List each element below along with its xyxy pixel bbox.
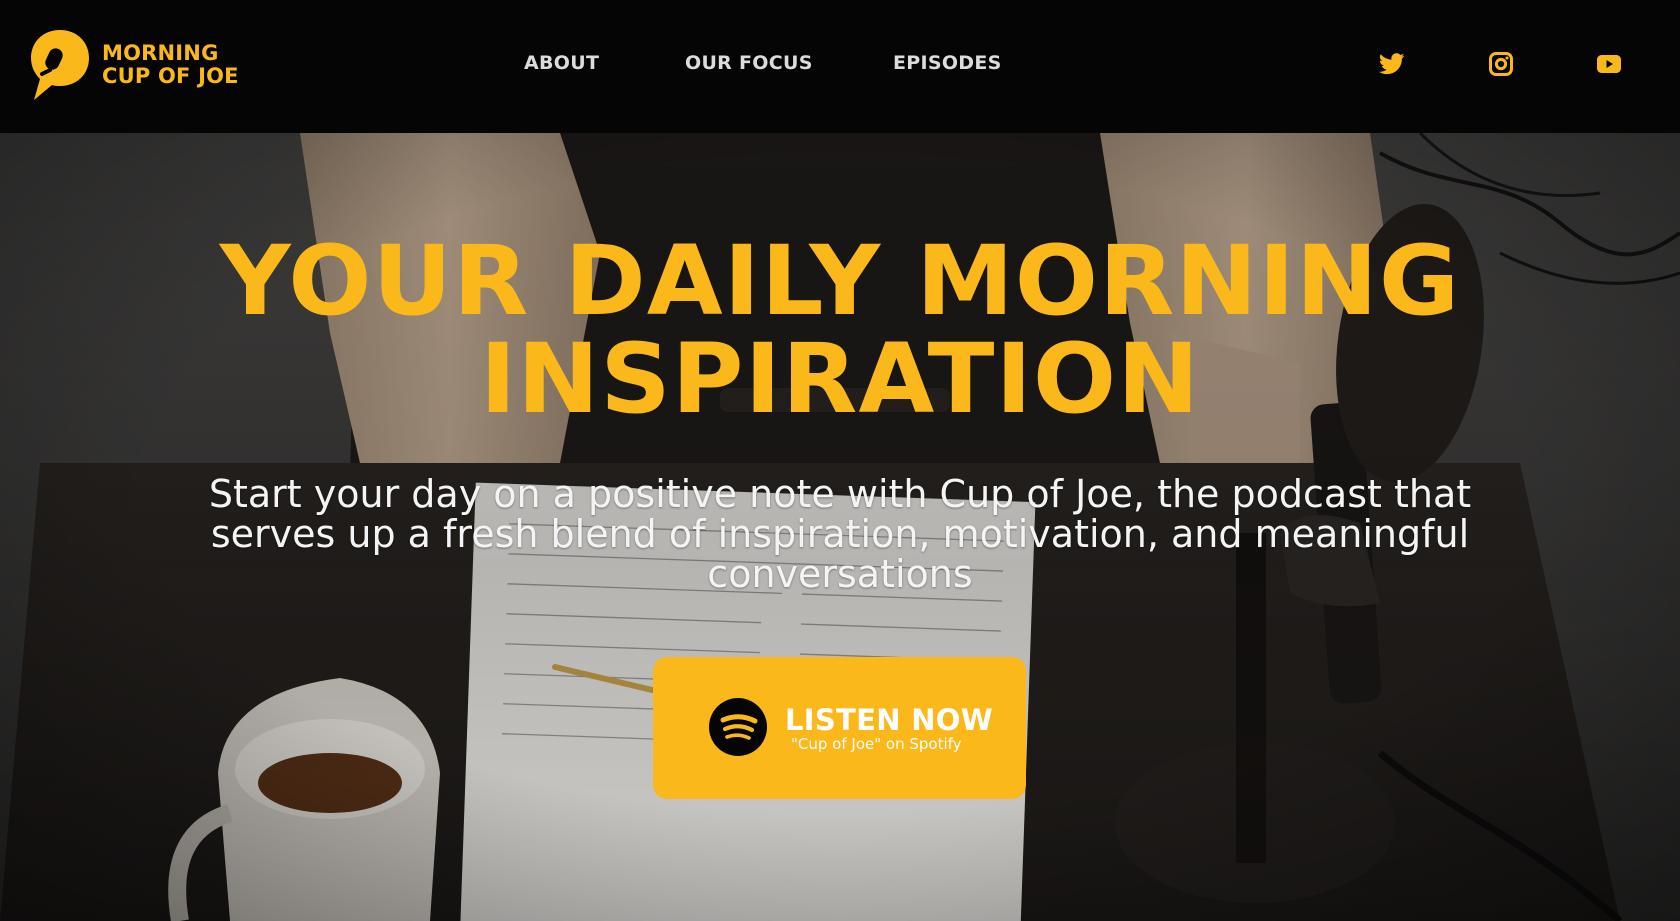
listen-now-sublabel: "Cup of Joe" on Spotify (791, 735, 962, 753)
nav-item-our-focus[interactable]: OUR FOCUS (685, 52, 813, 74)
hero-subheading: Start your day on a positive note with C… (150, 474, 1530, 594)
nav-item-about[interactable]: ABOUT (524, 52, 599, 74)
twitter-icon[interactable] (1377, 49, 1407, 79)
spotify-icon (709, 698, 767, 756)
listen-now-button[interactable]: LISTEN NOW "Cup of Joe" on Spotify (653, 657, 1026, 799)
hero-headline: YOUR DAILY MORNING INSPIRATION (126, 232, 1554, 428)
site-header: MORNING CUP OF JOE ABOUT OUR FOCUS EPISO… (0, 0, 1680, 133)
youtube-icon[interactable] (1594, 49, 1624, 79)
nav-item-episodes[interactable]: EPISODES (893, 52, 1002, 74)
listen-now-label: LISTEN NOW (785, 703, 994, 737)
hero-subheading-line-3: conversations (707, 552, 973, 596)
hero-subheading-line-2: serves up a fresh blend of inspiration, … (210, 512, 1470, 556)
instagram-icon[interactable] (1486, 49, 1516, 79)
hero-subheading-line-1: Start your day on a positive note with C… (208, 472, 1472, 516)
hero-headline-line-1: YOUR DAILY MORNING (219, 225, 1461, 337)
hero-headline-line-2: INSPIRATION (479, 323, 1201, 435)
main-nav: ABOUT OUR FOCUS EPISODES (0, 52, 1680, 78)
